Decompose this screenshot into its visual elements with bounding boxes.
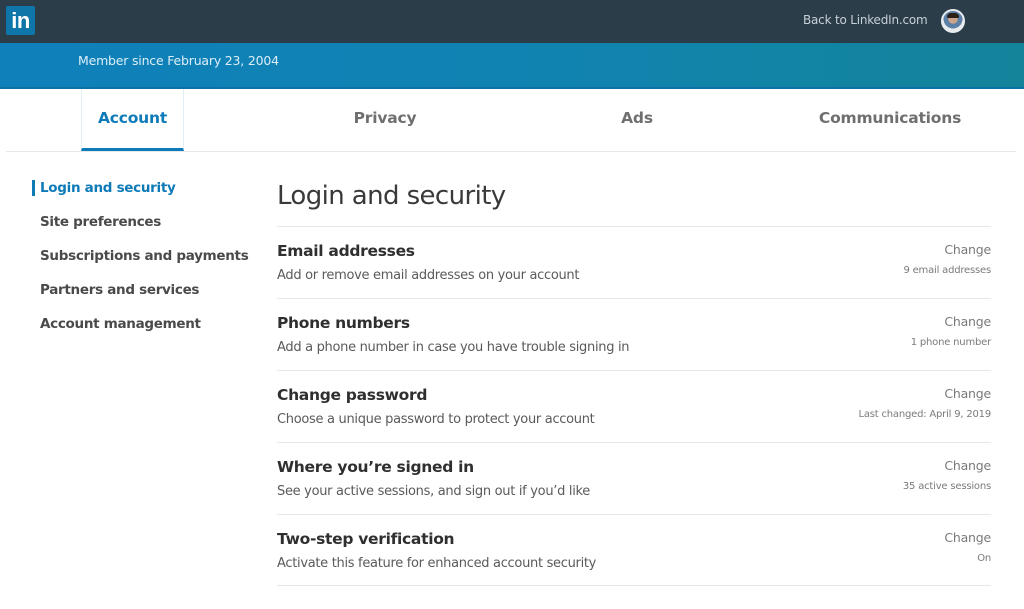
row-description: Activate this feature for enhanced accou… — [277, 556, 597, 571]
main-content: Login and security Email addresses Add o… — [277, 178, 991, 586]
row-title: Change password — [277, 386, 428, 404]
avatar-hair — [947, 13, 959, 18]
tab-privacy[interactable]: Privacy — [306, 89, 464, 151]
member-since-text: Member since February 23, 2004 — [78, 53, 279, 68]
row-meta: 9 email addresses — [903, 265, 991, 276]
setting-row-change-password[interactable]: Change password Choose a unique password… — [277, 370, 991, 442]
sidebar-item-login-and-security[interactable]: Login and security — [32, 178, 252, 212]
settings-tabs: Account Privacy Ads Communications — [6, 89, 1016, 152]
row-meta: 35 active sessions — [902, 481, 991, 492]
row-description: Choose a unique password to protect your… — [277, 412, 595, 427]
row-meta: On — [977, 553, 991, 564]
setting-row-where-signed-in[interactable]: Where you’re signed in See your active s… — [277, 442, 991, 514]
sidebar-item-account-management[interactable]: Account management — [32, 314, 252, 348]
sidebar-item-site-preferences[interactable]: Site preferences — [32, 212, 252, 246]
sidebar-item-subscriptions-and-payments[interactable]: Subscriptions and payments — [32, 246, 252, 280]
row-title: Phone numbers — [277, 314, 410, 332]
change-button[interactable]: Change — [944, 458, 991, 473]
sidebar-nav: Login and security Site preferences Subs… — [32, 178, 252, 348]
row-title: Two-step verification — [277, 530, 455, 548]
row-title: Where you’re signed in — [277, 458, 474, 476]
member-banner: Member since February 23, 2004 — [0, 43, 1024, 89]
setting-row-two-step-verification[interactable]: Two-step verification Activate this feat… — [277, 514, 991, 586]
linkedin-logo-icon[interactable]: in — [6, 6, 35, 35]
tab-ads[interactable]: Ads — [559, 89, 715, 151]
change-button[interactable]: Change — [944, 242, 991, 257]
top-bar: in Back to LinkedIn.com — [0, 0, 1024, 43]
page-title: Login and security — [277, 181, 506, 211]
change-button[interactable]: Change — [944, 530, 991, 545]
row-description: See your active sessions, and sign out i… — [277, 484, 590, 499]
profile-avatar[interactable] — [941, 9, 965, 33]
row-meta: Last changed: April 9, 2019 — [858, 409, 991, 420]
setting-row-email-addresses[interactable]: Email addresses Add or remove email addr… — [277, 226, 991, 298]
change-button[interactable]: Change — [944, 386, 991, 401]
tab-account[interactable]: Account — [81, 89, 184, 151]
row-title: Email addresses — [277, 242, 415, 260]
setting-row-phone-numbers[interactable]: Phone numbers Add a phone number in case… — [277, 298, 991, 370]
sidebar-item-partners-and-services[interactable]: Partners and services — [32, 280, 252, 314]
row-description: Add a phone number in case you have trou… — [277, 340, 630, 355]
row-description: Add or remove email addresses on your ac… — [277, 268, 580, 283]
change-button[interactable]: Change — [944, 314, 991, 329]
row-meta: 1 phone number — [910, 337, 991, 348]
back-to-linkedin-link[interactable]: Back to LinkedIn.com — [803, 13, 928, 27]
tab-communications[interactable]: Communications — [796, 89, 984, 151]
